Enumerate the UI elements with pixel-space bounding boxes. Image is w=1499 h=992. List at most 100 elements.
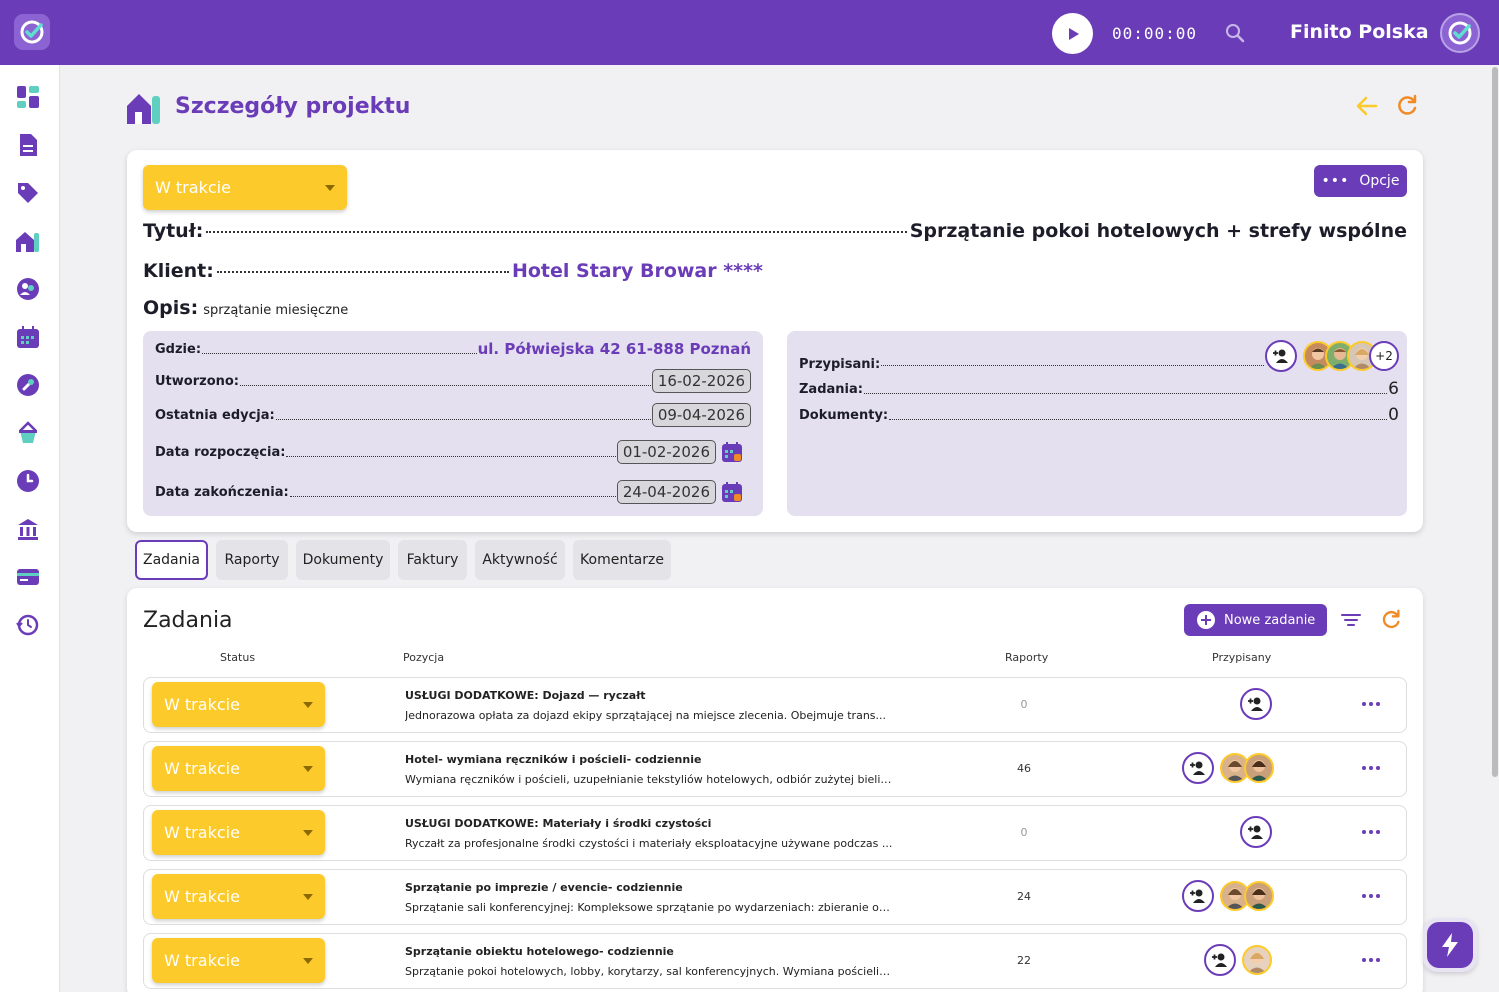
tag-icon[interactable] xyxy=(14,179,42,207)
add-assignee-button[interactable] xyxy=(1240,688,1272,720)
avatar[interactable] xyxy=(1244,881,1274,911)
projects-icon[interactable] xyxy=(14,227,42,255)
edited-date: 09-04-2026 xyxy=(651,403,751,427)
task-title[interactable]: USŁUGI DODATKOWE: Dojazd — ryczałt xyxy=(405,689,646,702)
start-date[interactable]: 01-02-2026 xyxy=(616,440,716,464)
tasks-panel: Zadania Nowe zadanie Status Pozycja Rapo… xyxy=(127,588,1423,992)
clients-icon[interactable] xyxy=(14,275,42,303)
add-assignee-button[interactable] xyxy=(1182,752,1214,784)
tab-komentarze[interactable]: Komentarze xyxy=(573,540,671,580)
row-menu-icon[interactable] xyxy=(1362,696,1382,712)
start-label: Data rozpoczęcia: xyxy=(155,444,286,460)
dotted-leader xyxy=(889,418,1388,420)
column-header-reports[interactable]: Raporty xyxy=(1005,651,1048,664)
tools-icon[interactable] xyxy=(14,371,42,399)
table-row[interactable]: W trakcie USŁUGI DODATKOWE: Dojazd — ryc… xyxy=(143,677,1407,733)
history-icon[interactable] xyxy=(14,611,42,639)
user-avatar[interactable] xyxy=(1440,13,1480,53)
task-assignees xyxy=(1240,688,1272,720)
task-status-dropdown[interactable]: W trakcie xyxy=(152,810,325,855)
end-date[interactable]: 24-04-2026 xyxy=(616,480,716,504)
row-menu-icon[interactable] xyxy=(1362,952,1382,968)
more-assignees-badge[interactable]: +2 xyxy=(1369,340,1399,371)
scroll-thumb[interactable] xyxy=(1492,67,1498,777)
row-menu-icon[interactable] xyxy=(1362,760,1382,776)
add-assignee-button[interactable] xyxy=(1265,339,1297,372)
tab-faktury[interactable]: Faktury xyxy=(398,540,467,580)
task-title[interactable]: Sprzątanie obiektu hotelowego- codzienni… xyxy=(405,945,674,958)
add-user-icon xyxy=(1273,349,1288,363)
task-status-dropdown[interactable]: W trakcie xyxy=(152,938,325,983)
company-name[interactable]: Finito Polska xyxy=(1290,21,1429,43)
task-title[interactable]: Sprzątanie po imprezie / evencie- codzie… xyxy=(405,881,683,894)
title-label: Tytuł: xyxy=(143,220,204,242)
cleaning-icon[interactable] xyxy=(14,419,42,447)
calendar-edit-icon[interactable] xyxy=(721,481,743,503)
column-header-position[interactable]: Pozycja xyxy=(403,651,444,664)
docs-count-row: Dokumenty: 0 xyxy=(799,405,1399,425)
row-menu-icon[interactable] xyxy=(1362,824,1382,840)
table-row[interactable]: W trakcie Sprzątanie po imprezie / evenc… xyxy=(143,869,1407,925)
assigned-row: Przypisani: +2 xyxy=(799,339,1399,372)
task-status-dropdown[interactable]: W trakcie xyxy=(152,874,325,919)
quick-action-button[interactable] xyxy=(1423,918,1477,972)
task-description: Sprzątanie sali konferencyjnej: Kompleks… xyxy=(405,901,893,914)
search-icon[interactable] xyxy=(1224,22,1246,44)
timer-play-button[interactable] xyxy=(1052,13,1093,54)
assigned-label: Przypisani: xyxy=(799,357,881,372)
client-row: Klient: Hotel Stary Browar **** xyxy=(143,260,763,282)
refresh-icon[interactable] xyxy=(1379,608,1403,632)
app-logo-icon[interactable] xyxy=(14,14,50,50)
calendar-icon[interactable] xyxy=(14,323,42,351)
add-user-icon xyxy=(1190,761,1205,775)
filter-icon[interactable] xyxy=(1339,608,1363,632)
task-status-dropdown[interactable]: W trakcie xyxy=(152,746,325,791)
page-scrollbar[interactable] xyxy=(1490,65,1499,992)
add-assignee-button[interactable] xyxy=(1204,944,1236,976)
table-row[interactable]: W trakcie Sprzątanie obiektu hotelowego-… xyxy=(143,933,1407,989)
task-title[interactable]: Hotel- wymiana ręczników i pościeli- cod… xyxy=(405,753,701,766)
created-label: Utworzono: xyxy=(155,373,240,389)
tab-raporty[interactable]: Raporty xyxy=(216,540,288,580)
tab-dokumenty[interactable]: Dokumenty xyxy=(296,540,390,580)
task-status-dropdown[interactable]: W trakcie xyxy=(152,682,325,727)
dotted-leader xyxy=(202,352,477,354)
where-value[interactable]: ul. Półwiejska 42 61-888 Poznań xyxy=(478,340,751,358)
tab-aktywnosc[interactable]: Aktywność xyxy=(475,540,565,580)
table-row[interactable]: W trakcie USŁUGI DODATKOWE: Materiały i … xyxy=(143,805,1407,861)
chevron-down-icon xyxy=(325,184,335,191)
add-assignee-button[interactable] xyxy=(1240,816,1272,848)
column-header-status[interactable]: Status xyxy=(220,651,255,664)
table-row[interactable]: W trakcie Hotel- wymiana ręczników i poś… xyxy=(143,741,1407,797)
project-status-label: W trakcie xyxy=(155,178,231,197)
add-assignee-button[interactable] xyxy=(1182,880,1214,912)
plus-circle-icon xyxy=(1197,611,1215,629)
task-title[interactable]: USŁUGI DODATKOWE: Materiały i środki czy… xyxy=(405,817,711,830)
clock-icon[interactable] xyxy=(14,467,42,495)
client-link[interactable]: Hotel Stary Browar **** xyxy=(512,260,763,282)
calendar-edit-icon[interactable] xyxy=(721,441,743,463)
task-reports-count: 0 xyxy=(1020,698,1028,711)
add-user-icon xyxy=(1248,825,1263,839)
project-house-icon xyxy=(125,88,165,128)
avatar[interactable] xyxy=(1244,753,1274,783)
bank-icon[interactable] xyxy=(14,515,42,543)
chevron-down-icon xyxy=(303,957,313,964)
avatar[interactable] xyxy=(1242,945,1272,975)
new-task-button[interactable]: Nowe zadanie xyxy=(1184,604,1327,636)
tab-zadania[interactable]: Zadania xyxy=(135,540,208,580)
dashboard-icon[interactable] xyxy=(14,83,42,111)
options-button[interactable]: ••• Opcje xyxy=(1314,165,1407,197)
project-status-dropdown[interactable]: W trakcie xyxy=(143,165,347,210)
card-icon[interactable] xyxy=(14,563,42,591)
row-menu-icon[interactable] xyxy=(1362,888,1382,904)
column-header-assigned[interactable]: Przypisany xyxy=(1212,651,1271,664)
title-value: Sprzątanie pokoi hotelowych + strefy wsp… xyxy=(909,220,1407,242)
project-card: W trakcie ••• Opcje Tytuł: Sprzątanie po… xyxy=(127,150,1423,532)
edited-row: Ostatnia edycja: 09-04-2026 xyxy=(155,403,751,427)
document-icon[interactable] xyxy=(14,131,42,159)
refresh-icon[interactable] xyxy=(1394,93,1420,119)
dotted-leader xyxy=(881,365,1264,366)
back-arrow-icon[interactable] xyxy=(1354,93,1380,119)
task-assignees xyxy=(1182,752,1274,784)
